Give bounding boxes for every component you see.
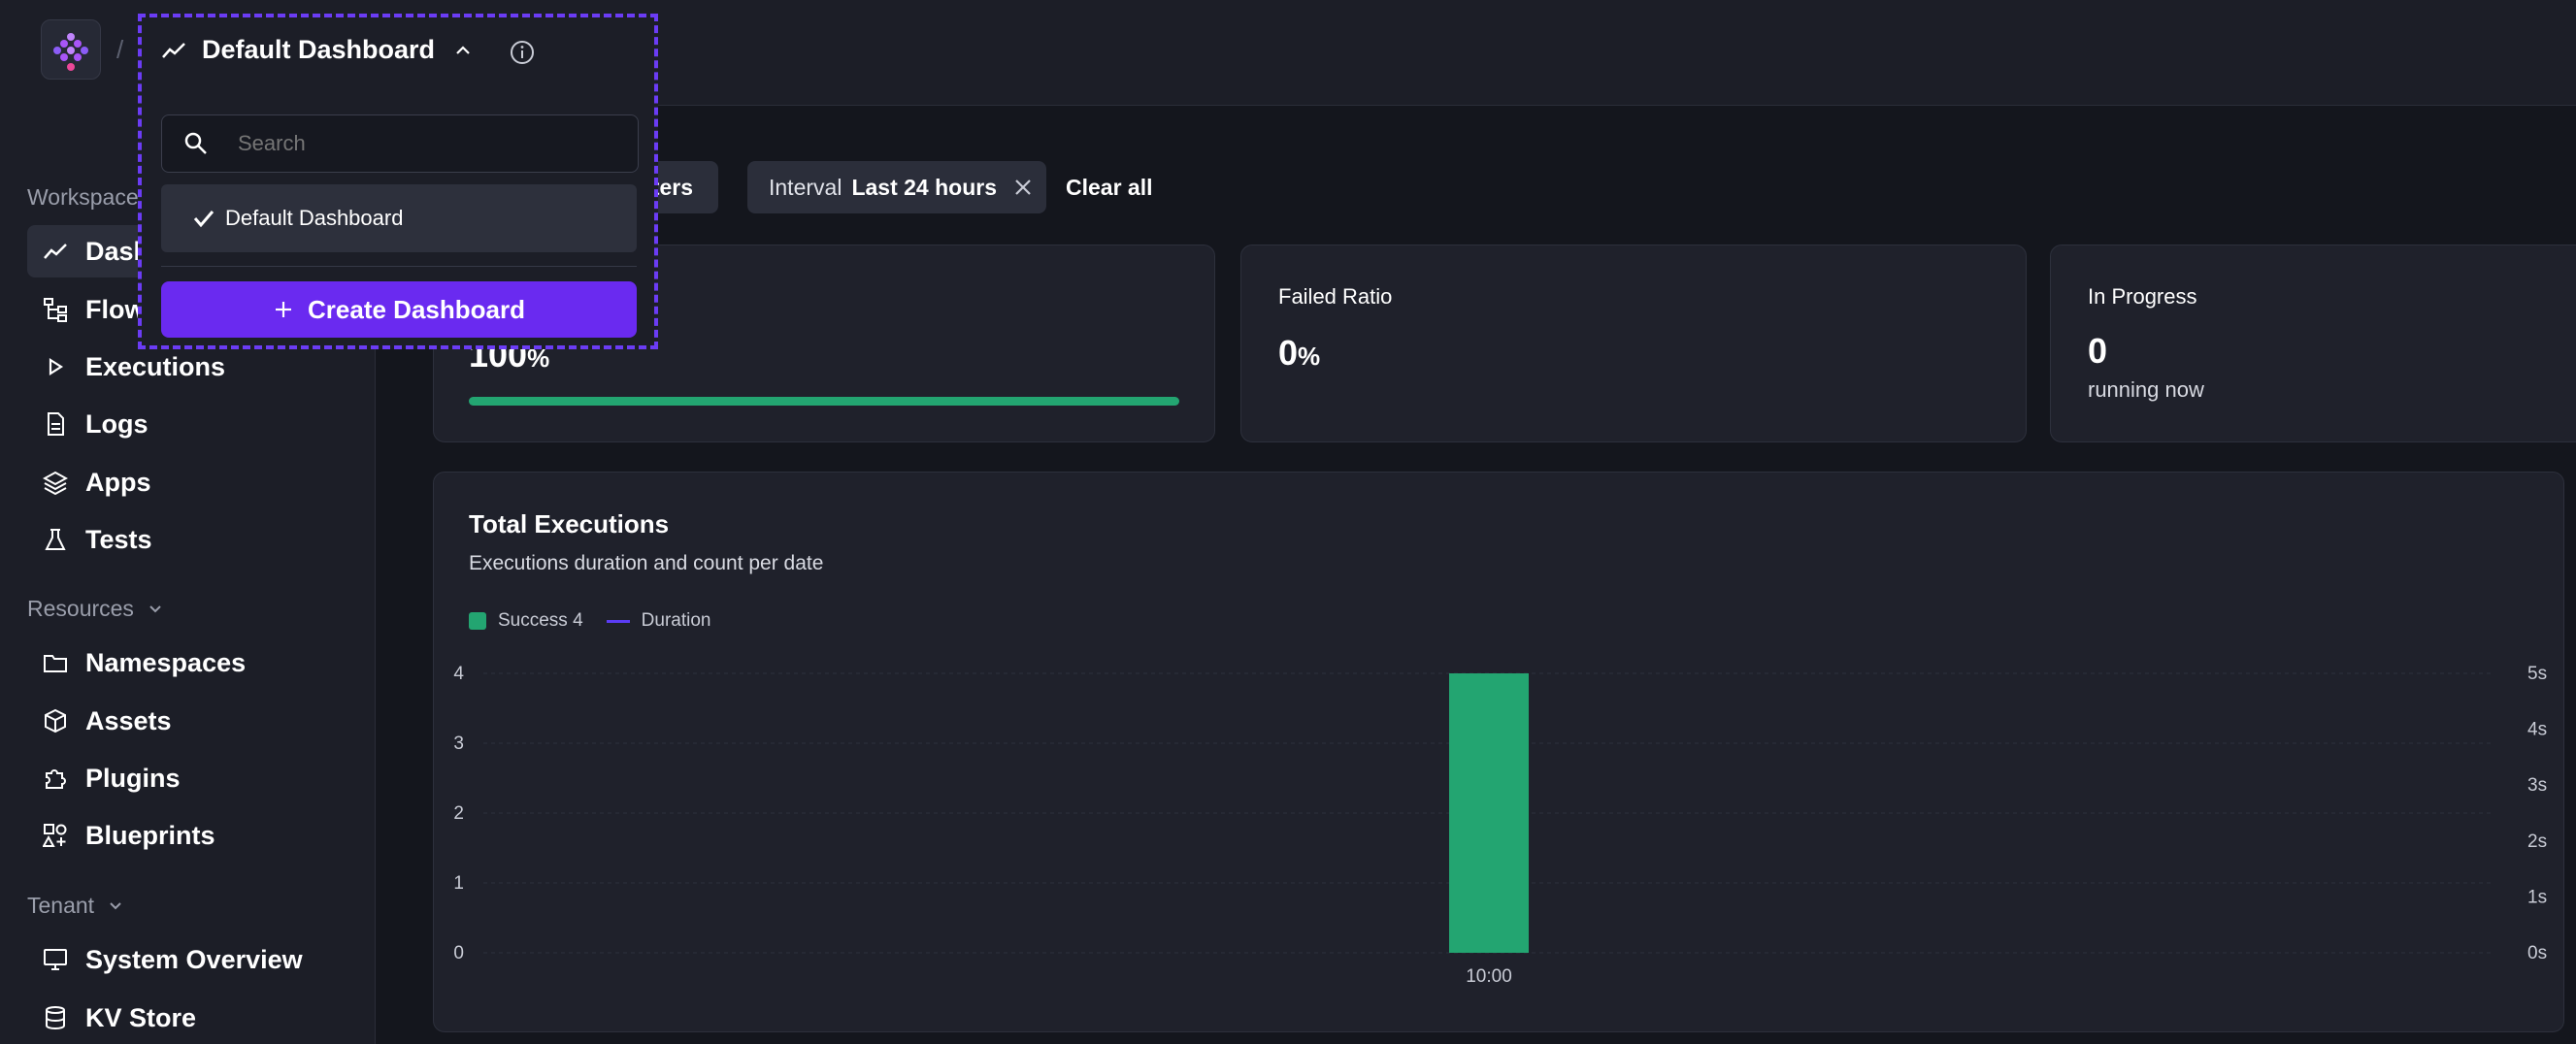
sidebar-item-label: Plugins — [85, 763, 181, 793]
x-tick-label: 10:00 — [1466, 966, 1512, 987]
breadcrumb-separator: / — [116, 35, 124, 64]
plus-icon — [276, 302, 292, 317]
in-progress-value: 0 — [2088, 331, 2108, 371]
legend-success-label[interactable]: Success 4 — [498, 610, 583, 632]
legend-duration-swatch — [606, 619, 630, 623]
sidebar-item-assets[interactable]: Assets — [27, 695, 357, 747]
sidebar-item-label: Logs — [85, 408, 149, 439]
sidebar-item-system-overview[interactable]: System Overview — [27, 933, 357, 986]
sidebar-section-workspace: Workspace — [27, 184, 139, 210]
check-icon — [193, 211, 215, 228]
info-icon[interactable] — [509, 39, 536, 66]
failed-ratio-title: Failed Ratio — [1278, 284, 1393, 309]
sidebar-item-plugins[interactable]: Plugins — [27, 752, 357, 804]
chevron-up-icon — [456, 45, 470, 54]
chart-subtitle: Executions duration and count per date — [469, 552, 824, 574]
legend-success-swatch — [469, 612, 486, 630]
sidebar-item-label: Blueprints — [85, 820, 215, 850]
sidebar-item-namespaces[interactable]: Namespaces — [27, 636, 357, 689]
sidebar-item-label: Assets — [85, 705, 172, 735]
logo-icon — [53, 33, 88, 71]
y2-tick-label: 4s — [2527, 720, 2547, 740]
y-tick-label: 0 — [453, 943, 464, 963]
file-icon — [41, 409, 70, 439]
dashboard-search-input[interactable] — [236, 125, 618, 162]
dashboard-selector-button[interactable]: Default Dashboard — [161, 35, 474, 65]
failed-ratio-value: 0% — [1278, 333, 1321, 373]
play-icon — [41, 352, 70, 381]
dropdown-divider — [161, 266, 637, 267]
executions-chart: 0 1 2 3 4 0s 1s 2s 3s 4s 5s 10:00 — [453, 664, 2547, 987]
in-progress-card: In Progress 0 running now — [2050, 245, 2576, 442]
interval-value: Last 24 hours — [851, 174, 997, 200]
dashboard-option-default[interactable]: Default Dashboard — [161, 184, 637, 252]
dashboard-search-field[interactable] — [161, 114, 639, 173]
y-tick-label: 4 — [453, 664, 464, 684]
chart-line-icon — [41, 237, 70, 266]
sidebar-section-tenant[interactable]: Tenant — [27, 893, 125, 919]
layers-icon — [41, 468, 70, 497]
chart-line-icon — [162, 42, 185, 58]
search-icon — [184, 132, 207, 154]
dashboard-title: Default Dashboard — [202, 35, 436, 64]
y2-tick-label: 5s — [2527, 664, 2547, 684]
interval-filter-chip[interactable]: Interval Last 24 hours — [747, 161, 1046, 213]
chart-title: Total Executions — [469, 509, 670, 538]
bar-success — [1449, 673, 1529, 953]
sidebar-item-label: System Overview — [85, 944, 303, 974]
y-tick-label: 1 — [453, 873, 464, 894]
legend-duration-label[interactable]: Duration — [642, 610, 711, 632]
y2-tick-label: 2s — [2527, 832, 2547, 852]
sidebar-item-tests[interactable]: Tests — [27, 513, 357, 566]
dashboard-option-label: Default Dashboard — [225, 206, 404, 230]
y2-tick-label: 1s — [2527, 887, 2547, 907]
clear-all-button[interactable]: Clear all — [1066, 175, 1153, 201]
close-icon[interactable] — [1012, 177, 1034, 198]
flask-icon — [41, 525, 70, 554]
sidebar-item-label: Apps — [85, 467, 151, 497]
y2-tick-label: 0s — [2527, 943, 2547, 963]
sidebar-item-label: Namespaces — [85, 647, 247, 677]
y-tick-label: 2 — [453, 803, 464, 824]
success-progress-track — [469, 397, 1179, 406]
sidebar-section-resources[interactable]: Resources — [27, 596, 165, 622]
sidebar-item-label: KV Store — [85, 1002, 197, 1032]
failed-ratio-card: Failed Ratio 0% — [1240, 245, 2027, 442]
create-dashboard-button[interactable]: Create Dashboard — [161, 281, 637, 338]
in-progress-title: In Progress — [2088, 284, 2197, 309]
in-progress-subtitle: running now — [2088, 377, 2204, 402]
flow-icon — [41, 295, 70, 324]
sidebar-item-apps[interactable]: Apps — [27, 456, 357, 508]
cube-icon — [41, 706, 70, 735]
folder-icon — [41, 648, 70, 677]
sidebar-item-label: Tests — [85, 524, 152, 554]
chevron-down-icon — [149, 604, 161, 612]
interval-label: Interval — [769, 174, 842, 200]
database-icon — [41, 1003, 70, 1032]
success-progress-fill — [469, 397, 1179, 406]
sidebar-item-label: Executions — [85, 351, 226, 381]
puzzle-icon — [41, 764, 70, 793]
chevron-down-icon — [110, 901, 121, 909]
y-tick-label: 3 — [453, 734, 464, 754]
sidebar-item-kv-store[interactable]: KV Store — [27, 992, 357, 1044]
monitor-icon — [41, 945, 70, 974]
chart-legend: Success 4 Duration — [469, 610, 710, 632]
shapes-icon — [41, 821, 70, 850]
y2-tick-label: 3s — [2527, 775, 2547, 796]
sidebar-item-blueprints[interactable]: Blueprints — [27, 809, 357, 862]
sidebar-item-logs[interactable]: Logs — [27, 398, 357, 450]
app-logo[interactable] — [41, 19, 101, 80]
